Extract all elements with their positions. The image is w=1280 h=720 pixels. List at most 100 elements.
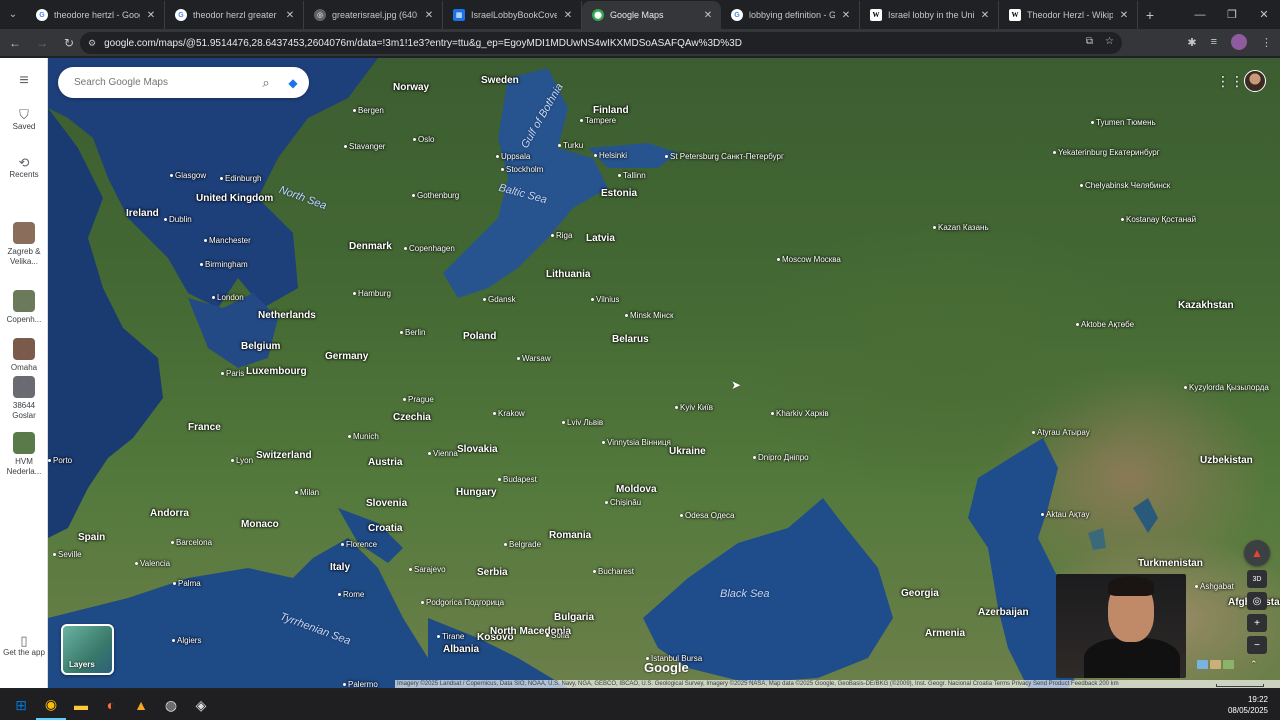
minimize-icon[interactable]: — [1184,0,1216,29]
back-arrow-icon[interactable]: ← [3,31,27,55]
city-label[interactable]: Aktau Ақтау [1041,510,1089,519]
recent-place[interactable]: 38644 Goslar [0,376,48,421]
city-label[interactable]: Tampere [580,116,616,125]
browser-menu-icon[interactable]: ⋮ [1261,36,1272,49]
city-label[interactable]: Lyon [231,456,253,465]
vlc-icon[interactable]: ▲ [126,690,156,720]
city-label[interactable]: Gdansk [483,295,516,304]
city-label[interactable]: Warsaw [517,354,551,363]
city-label[interactable]: Vinnytsia Вінниця [602,438,671,447]
city-label[interactable]: Paris [221,369,244,378]
city-label[interactable]: Barcelona [171,538,212,547]
new-tab-plus-icon[interactable]: + [1138,1,1162,29]
city-label[interactable]: Bergen [353,106,384,115]
my-location-icon[interactable]: ◎ [1247,592,1267,610]
steam-icon[interactable]: ◈ [186,690,216,720]
tab-close-icon[interactable]: ✕ [701,10,715,21]
city-label[interactable]: Palma [173,579,201,588]
city-label[interactable]: Rome [338,590,364,599]
browser-tab[interactable]: Gtheodor herzl greater isra ✕ [165,1,304,29]
city-label[interactable]: Stavanger [344,142,385,151]
city-label[interactable]: Valencia [135,559,170,568]
tab-close-icon[interactable]: ✕ [144,10,158,21]
city-label[interactable]: Podgorica Подгорица [421,598,504,607]
city-label[interactable]: Kyzylorda Қызылорда [1184,383,1269,392]
city-label[interactable]: Vilnius [591,295,619,304]
tab-close-icon[interactable]: ✕ [1117,10,1131,21]
forward-arrow-icon[interactable]: → [30,31,54,55]
recent-place[interactable]: Omaha [0,338,48,373]
city-label[interactable]: Copenhagen [404,244,455,253]
city-label[interactable]: Bucharest [593,567,634,576]
browser-tab[interactable]: Globbying definition - Goo ✕ [721,1,860,29]
zoom-out-button[interactable]: − [1247,636,1267,654]
city-label[interactable]: Budapest [498,475,537,484]
city-label[interactable]: Tirane [437,632,464,641]
city-label[interactable]: Dublin [164,215,192,224]
recent-place[interactable]: Copenh... [0,290,48,325]
city-label[interactable]: Sofia [546,631,569,640]
chrome-icon[interactable]: ◉ [36,690,66,720]
profile-avatar-icon[interactable] [1231,34,1247,50]
tab-close-icon[interactable]: ✕ [839,10,853,21]
city-label[interactable]: Krakow [493,409,525,418]
get-the-app[interactable]: ▯ Get the app [0,634,48,658]
rail-recents[interactable]: ⟲ Recents [0,156,48,180]
address-bar[interactable]: ⚙ google.com/maps/@51.9514476,28.6437453… [80,32,1122,54]
city-label[interactable]: Seville [53,550,82,559]
restore-icon[interactable]: ❐ [1216,0,1248,29]
city-label[interactable]: Glasgow [170,171,206,180]
rail-saved[interactable]: ⛉ Saved [0,108,48,132]
tab-close-icon[interactable]: ✕ [283,10,297,21]
install-app-icon[interactable]: ⧉ [1086,36,1093,47]
windows-start-icon[interactable]: ⊞ [6,690,36,720]
tilt-3d-button[interactable]: 3D [1247,570,1267,588]
city-label[interactable]: Manchester [204,236,251,245]
quick-layer-thumbnails[interactable] [1197,660,1234,669]
city-label[interactable]: Palermo [343,680,378,688]
city-label[interactable]: Ashgabat [1195,582,1234,591]
account-avatar[interactable] [1244,70,1266,92]
city-label[interactable]: London [212,293,244,302]
city-label[interactable]: Chelyabinsk Челябинск [1080,181,1170,190]
media-controls-icon[interactable]: ≡ [1211,36,1217,48]
city-label[interactable]: Moscow Москва [777,255,841,264]
city-label[interactable]: Yekaterinburg Екатеринбург [1053,148,1160,157]
city-label[interactable]: Riga [551,231,572,240]
city-label[interactable]: Tallinn [618,171,646,180]
browser-tab[interactable]: W Theodor Herzl - Wikipedi ✕ [999,1,1138,29]
recent-place[interactable]: HVM Nederla... [0,432,48,477]
expand-chevron-icon[interactable]: ⌃ [1250,659,1258,670]
city-label[interactable]: Kharkiv Харків [771,409,829,418]
maps-search-box[interactable]: ⌕ ◆ [58,67,309,98]
bookmark-star-icon[interactable]: ☆ [1105,36,1114,47]
browser-tab[interactable]: ◎ greaterisrael.jpg (640×48 ✕ [304,1,443,29]
city-label[interactable]: Oslo [413,135,434,144]
city-label[interactable]: Tyumen Тюмень [1091,118,1156,127]
file-explorer-icon[interactable]: ▬ [66,690,96,720]
city-label[interactable]: Kostanay Қостанай [1121,215,1196,224]
city-label[interactable]: Edinburgh [220,174,261,183]
city-label[interactable]: Stockholm [501,165,543,174]
search-input[interactable] [74,77,252,88]
compass-icon[interactable]: ▲ [1244,540,1270,566]
obs-icon[interactable]: ◍ [156,690,186,720]
city-label[interactable]: Sarajevo [409,565,446,574]
city-label[interactable]: Porto [48,456,72,465]
recent-place[interactable]: Zagreb & Velika... [0,222,48,267]
city-label[interactable]: Lviv Львів [562,418,603,427]
city-label[interactable]: Kyiv Київ [675,403,713,412]
scale-bar[interactable] [1216,684,1264,687]
city-label[interactable]: Algiers [172,636,201,645]
browser-tab[interactable]: Gtheodore hertzl - Google ✕ [26,1,165,29]
city-label[interactable]: Dnipro Дніпро [753,453,809,462]
city-label[interactable]: Gothenburg [412,191,459,200]
city-label[interactable]: Florence [341,540,377,549]
directions-icon[interactable]: ◆ [280,70,306,96]
layers-button[interactable]: Layers [61,624,114,675]
close-window-icon[interactable]: ✕ [1248,0,1280,29]
site-info-icon[interactable]: ⚙ [88,38,96,49]
tab-close-icon[interactable]: ✕ [978,10,992,21]
browser-tab[interactable]: ▦ IsraelLobbyBookCover.jpg ✕ [443,1,582,29]
main-menu-icon[interactable]: ≡ [0,73,48,89]
